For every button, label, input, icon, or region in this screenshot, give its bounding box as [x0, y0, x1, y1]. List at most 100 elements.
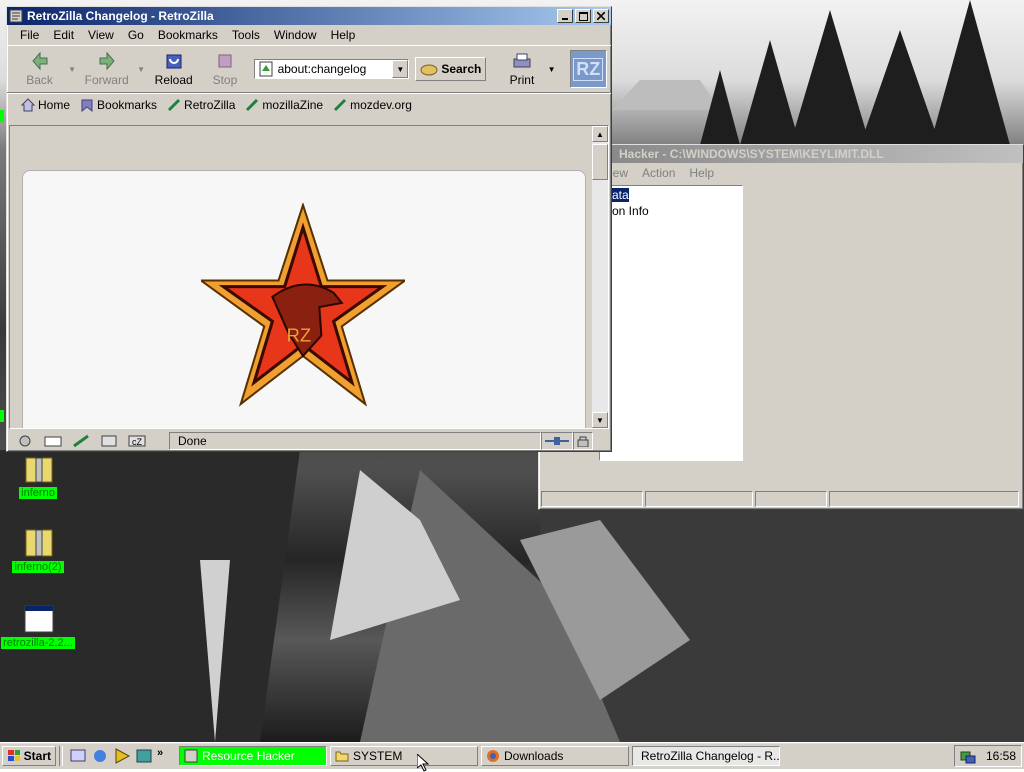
url-field[interactable]: about:changelog ▼	[253, 59, 410, 79]
vertical-scrollbar[interactable]: ▲ ▼	[592, 126, 608, 428]
edge-marker	[0, 110, 4, 122]
navigation-toolbar: Back ▼ Forward ▼ Reload Stop about:chang…	[7, 45, 611, 93]
close-button[interactable]	[593, 9, 609, 23]
retrozilla-star-logo: RZ	[201, 203, 405, 407]
menu-bookmarks[interactable]: Bookmarks	[151, 28, 225, 42]
application-icon	[24, 605, 54, 633]
internet-explorer-icon[interactable]	[91, 747, 109, 765]
mail-icon[interactable]	[43, 434, 63, 448]
mouse-cursor-icon	[417, 754, 429, 772]
scroll-up-button[interactable]: ▲	[592, 126, 608, 142]
resource-tree[interactable]: ata on Info	[599, 185, 743, 461]
svg-text:cZ: cZ	[132, 437, 143, 447]
menu-view[interactable]: View	[81, 28, 121, 42]
composer-icon[interactable]	[71, 434, 91, 448]
online-status[interactable]	[541, 432, 573, 450]
menu-window[interactable]: Window	[267, 28, 324, 42]
home-button[interactable]: Home	[21, 98, 70, 112]
connection-plug-icon	[545, 437, 569, 445]
chat-icon[interactable]: cZ	[127, 434, 147, 448]
tree-item[interactable]: on Info	[612, 204, 649, 218]
maximize-button[interactable]	[575, 9, 591, 23]
back-arrow-icon	[31, 51, 48, 71]
scroll-thumb[interactable]	[592, 144, 608, 180]
url-dropdown-button[interactable]: ▼	[392, 60, 409, 78]
stop-button[interactable]: Stop	[202, 48, 247, 90]
personal-toolbar: Home Bookmarks RetroZilla mozillaZine mo…	[7, 93, 611, 116]
changelog-page: RZ	[22, 170, 586, 428]
resource-hacker-statusbar	[541, 491, 1019, 507]
quick-launch: »	[69, 747, 179, 765]
security-status[interactable]	[573, 432, 593, 450]
task-downloads[interactable]: Downloads	[481, 746, 629, 766]
edge-marker	[0, 410, 4, 422]
show-desktop-icon[interactable]	[69, 747, 87, 765]
forward-dropdown-icon[interactable]: ▼	[137, 65, 145, 74]
print-dropdown-icon[interactable]: ▼	[548, 65, 556, 74]
bookmarks-icon	[81, 99, 93, 112]
bookmarks-button[interactable]: Bookmarks	[80, 98, 157, 112]
desktop-icon-inferno-2[interactable]: inferno(2)	[0, 528, 76, 573]
forward-button[interactable]: Forward	[76, 48, 137, 90]
window-title: Hacker - C:\WINDOWS\SYSTEM\KEYLIMIT.DLL	[619, 147, 884, 161]
menu-help[interactable]: Help	[682, 166, 721, 180]
desktop-icon-inferno[interactable]: inferno	[0, 454, 76, 499]
bookmark-link-icon	[167, 98, 181, 112]
browser-menubar: File Edit View Go Bookmarks Tools Window…	[7, 25, 611, 45]
desktop-icon-retrozilla-installer[interactable]: retrozilla-2.2...	[0, 604, 76, 649]
network-tray-icon[interactable]	[960, 748, 976, 764]
task-resource-hacker[interactable]: Resource Hacker	[179, 746, 327, 766]
star-logo-text: RZ	[287, 325, 311, 346]
forward-arrow-icon	[99, 51, 115, 71]
system-tray: 16:58	[954, 745, 1022, 767]
zip-folder-icon	[25, 529, 53, 557]
firefox-icon	[487, 750, 499, 762]
menu-go[interactable]: Go	[121, 28, 151, 42]
clock[interactable]: 16:58	[986, 749, 1016, 763]
content-area[interactable]: RZ ▲ ▼	[9, 125, 609, 429]
padlock-icon	[577, 436, 589, 447]
zip-folder-icon	[25, 457, 53, 483]
tree-item-selected[interactable]: ata	[612, 188, 629, 202]
quick-launch-overflow-icon[interactable]: »	[157, 747, 163, 765]
minimize-button[interactable]	[557, 9, 573, 23]
menu-action[interactable]: Action	[635, 166, 682, 180]
taskbar-separator	[59, 746, 63, 766]
status-text-panel: Done	[169, 432, 541, 450]
url-text: about:changelog	[277, 62, 367, 76]
search-icon	[420, 64, 438, 76]
scroll-down-button[interactable]: ▼	[592, 412, 608, 428]
start-button[interactable]: Start	[2, 746, 56, 766]
reload-button[interactable]: Reload	[145, 48, 202, 90]
resize-grip[interactable]	[593, 433, 607, 449]
menu-edit[interactable]: Edit	[46, 28, 81, 42]
task-retrozilla[interactable]: RetroZilla Changelog - R...	[632, 746, 780, 766]
folder-icon	[335, 751, 349, 762]
menu-file[interactable]: File	[13, 28, 46, 42]
menu-help[interactable]: Help	[324, 28, 363, 42]
retrozilla-app-icon	[9, 9, 23, 23]
retrozilla-window[interactable]: RetroZilla Changelog - RetroZilla File E…	[6, 6, 612, 452]
back-button[interactable]: Back	[11, 48, 68, 90]
printer-icon	[513, 53, 531, 68]
print-button[interactable]: Print	[496, 48, 547, 90]
window-title: RetroZilla Changelog - RetroZilla	[27, 9, 214, 23]
browser-titlebar[interactable]: RetroZilla Changelog - RetroZilla	[7, 7, 611, 25]
retrozilla-throbber-logo[interactable]: RZ	[569, 50, 607, 88]
bookmark-retrozilla[interactable]: RetroZilla	[167, 98, 235, 112]
bookmark-mozillazine[interactable]: mozillaZine	[245, 98, 323, 112]
media-player-icon[interactable]	[113, 747, 131, 765]
home-icon	[21, 98, 35, 112]
address-book-icon[interactable]	[99, 434, 119, 448]
back-dropdown-icon[interactable]: ▼	[68, 65, 76, 74]
bookmark-mozdev[interactable]: mozdev.org	[333, 98, 412, 112]
reload-icon	[166, 54, 182, 69]
task-system-folder[interactable]: SYSTEM	[330, 746, 478, 766]
desktop-icon-label: retrozilla-2.2...	[1, 637, 75, 649]
component-bar: cZ	[9, 434, 169, 448]
navigator-icon[interactable]	[15, 434, 35, 448]
search-button[interactable]: Search	[415, 57, 487, 81]
desktop-icon-label: inferno(2)	[12, 561, 64, 573]
channels-icon[interactable]	[135, 747, 153, 765]
menu-tools[interactable]: Tools	[225, 28, 267, 42]
